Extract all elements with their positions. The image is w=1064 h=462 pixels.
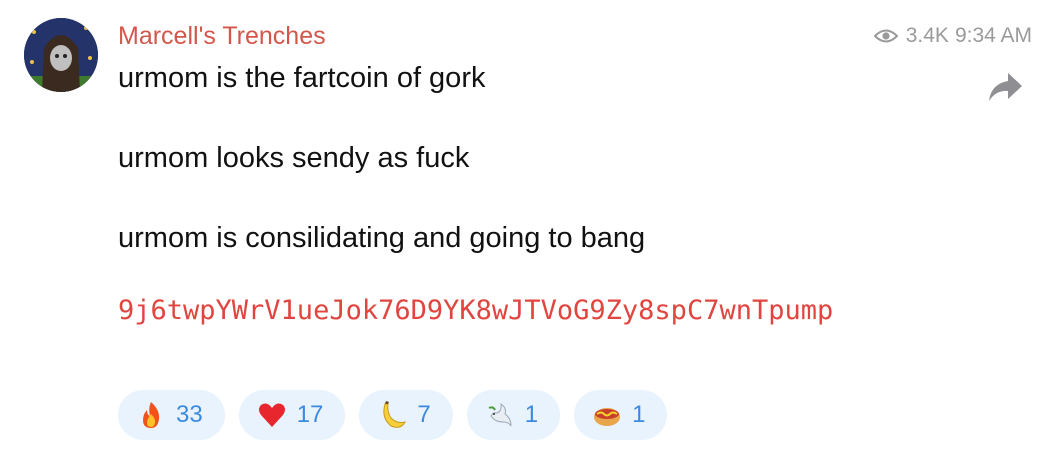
dove-icon	[485, 400, 515, 430]
reaction-count: 7	[417, 401, 431, 428]
post-time: 9:34 AM	[954, 24, 1032, 47]
view-count: 3.4K	[905, 24, 949, 47]
message-line: urmom is the fartcoin of gork	[118, 62, 486, 94]
message-text: urmom is the fartcoin of gork urmom look…	[118, 58, 645, 258]
fire-icon	[136, 400, 166, 430]
post-meta: 3.4K 9:34 AM	[873, 24, 1032, 48]
banana-icon	[377, 400, 407, 430]
message-line: urmom looks sendy as fuck	[118, 142, 470, 174]
reactions-bar: 33 17 7 1 1	[118, 390, 668, 440]
reaction-banana[interactable]: 7	[359, 390, 453, 440]
hotdog-icon	[592, 400, 622, 430]
reaction-dove[interactable]: 1	[466, 390, 561, 440]
avatar-image	[24, 18, 98, 92]
reaction-count: 1	[632, 401, 646, 428]
reaction-count: 33	[176, 401, 203, 428]
heart-icon	[257, 400, 287, 430]
reaction-hotdog[interactable]: 1	[574, 390, 668, 440]
reaction-count: 1	[524, 401, 539, 428]
channel-name[interactable]: Marcell's Trenches	[118, 22, 326, 51]
contract-address[interactable]: 9j6twpYWrV1ueJok76D9YK8wJTVoG9Zy8spC7wnT…	[118, 292, 918, 330]
share-arrow-icon	[989, 73, 1022, 101]
reaction-count: 17	[296, 401, 324, 428]
eye-icon	[873, 27, 898, 45]
reaction-heart[interactable]: 17	[238, 390, 346, 440]
reaction-fire[interactable]: 33	[118, 390, 225, 440]
message-line: urmom is consilidating and going to bang	[118, 222, 646, 254]
share-button[interactable]	[986, 70, 1024, 104]
channel-avatar[interactable]	[24, 18, 98, 92]
